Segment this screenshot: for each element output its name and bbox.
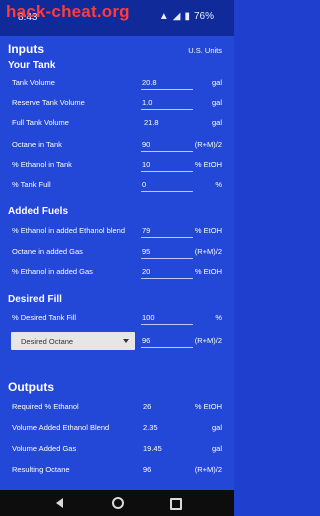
desired-octane-underline xyxy=(141,347,193,348)
required-ethanol-value: 26 xyxy=(143,402,152,411)
tank-volume-underline xyxy=(141,89,193,90)
desired-octane-input[interactable]: 96 xyxy=(142,336,150,345)
ethanol-blend-underline xyxy=(141,237,193,238)
tank-volume-unit: gal xyxy=(211,78,222,87)
required-ethanol-unit: % EtOH xyxy=(194,402,222,411)
desired-octane-dropdown[interactable]: Desired Octane xyxy=(11,332,135,350)
battery-percent: 76% xyxy=(193,11,214,22)
octane-tank-label: Octane in Tank xyxy=(12,140,62,149)
tank-full-unit: % xyxy=(215,180,222,189)
octane-gas-unit: (R+M)/2 xyxy=(194,247,222,256)
outputs-title: Outputs xyxy=(8,380,54,394)
ethanol-gas-unit: % EtOH xyxy=(194,267,222,276)
dropdown-selected: Desired Octane xyxy=(21,337,74,346)
recent-apps-icon[interactable] xyxy=(170,498,182,510)
volume-gas-unit: gal xyxy=(211,444,222,453)
main-content: Inputs U.S. Units Your Tank Tank Volume … xyxy=(0,36,234,490)
octane-tank-underline xyxy=(141,151,193,152)
ethanol-tank-label: % Ethanol in Tank xyxy=(12,160,72,169)
ethanol-blend-label: % Ethanol in added Ethanol blend xyxy=(12,226,126,235)
volume-gas-value: 19.45 xyxy=(143,444,162,453)
octane-tank-input[interactable]: 90 xyxy=(142,140,150,149)
reserve-tank-underline xyxy=(141,109,193,110)
volume-ethanol-unit: gal xyxy=(211,423,222,432)
ethanol-gas-underline xyxy=(141,278,193,279)
ethanol-blend-input[interactable]: 79 xyxy=(142,226,150,235)
tank-full-label: % Tank Full xyxy=(12,180,51,189)
desired-octane-unit: (R+M)/2 xyxy=(194,336,222,345)
reserve-tank-input[interactable]: 1.0 xyxy=(142,98,152,107)
tank-volume-input[interactable]: 20.8 xyxy=(142,78,157,87)
ethanol-tank-underline xyxy=(141,171,193,172)
octane-gas-input[interactable]: 95 xyxy=(142,247,150,256)
tank-volume-label: Tank Volume xyxy=(12,78,55,87)
desired-fill-title: Desired Fill xyxy=(8,294,62,305)
volume-gas-label: Volume Added Gas xyxy=(12,444,77,453)
added-fuels-title: Added Fuels xyxy=(8,206,69,217)
ethanol-tank-unit: % EtOH xyxy=(194,160,222,169)
desired-fill-input[interactable]: 100 xyxy=(142,313,155,322)
back-icon[interactable] xyxy=(56,498,63,508)
desired-fill-underline xyxy=(141,324,193,325)
inputs-title: Inputs xyxy=(8,42,44,56)
full-tank-label: Full Tank Volume xyxy=(12,118,69,127)
octane-tank-unit: (R+M)/2 xyxy=(194,140,222,149)
units-label: U.S. Units xyxy=(188,46,222,55)
ethanol-tank-input[interactable]: 10 xyxy=(142,160,150,169)
desired-fill-unit: % xyxy=(215,313,222,322)
volume-ethanol-value: 2.35 xyxy=(143,423,158,432)
your-tank-title: Your Tank xyxy=(8,60,56,71)
battery-icon: ▮ xyxy=(184,11,190,22)
watermark: hack-cheat.org xyxy=(6,2,130,21)
required-ethanol-label: Required % Ethanol xyxy=(12,402,79,411)
ethanol-gas-input[interactable]: 20 xyxy=(142,267,150,276)
reserve-tank-unit: gal xyxy=(211,98,222,107)
home-icon[interactable] xyxy=(112,497,124,509)
desired-fill-label: % Desired Tank Fill xyxy=(12,313,77,322)
wifi-icon: ◢ xyxy=(172,11,181,22)
full-tank-unit: gal xyxy=(211,118,222,127)
tank-full-underline xyxy=(141,191,193,192)
navigation-bar xyxy=(0,490,234,516)
ethanol-blend-unit: % EtOH xyxy=(194,226,222,235)
chevron-down-icon xyxy=(123,339,129,343)
tank-full-input[interactable]: 0 xyxy=(142,180,146,189)
volume-ethanol-label: Volume Added Ethanol Blend xyxy=(12,423,110,432)
status-icons: ▲ ◢ ▮ 76% xyxy=(159,11,214,22)
reserve-tank-label: Reserve Tank Volume xyxy=(12,98,85,107)
octane-gas-underline xyxy=(141,258,193,259)
full-tank-value: 21.8 xyxy=(144,118,159,127)
notification-icon: ▲ xyxy=(158,11,169,22)
octane-gas-label: Octane in added Gas xyxy=(12,247,83,256)
resulting-octane-unit: (R+M)/2 xyxy=(194,465,222,474)
resulting-octane-value: 96 xyxy=(143,465,152,474)
resulting-octane-label: Resulting Octane xyxy=(12,465,70,474)
ethanol-gas-label: % Ethanol in added Gas xyxy=(12,267,93,276)
